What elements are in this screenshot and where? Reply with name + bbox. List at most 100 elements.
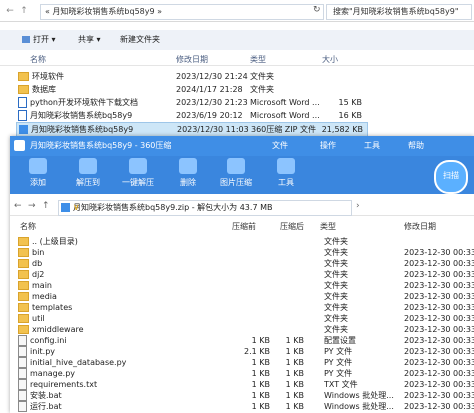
explorer-column-header: 名称 修改日期 类型 大小 bbox=[0, 52, 474, 66]
column-type[interactable]: 类型 bbox=[250, 54, 266, 65]
zip-file-row[interactable]: 运行.bat 1 KB 1 KB Windows 批处理... 2023-12-30 0… bbox=[16, 401, 474, 412]
zip-file-row[interactable]: main 文件夹 2023-12-30 00:33 bbox=[16, 280, 474, 291]
file-row[interactable]: 环境软件 2023/12/30 21:24 文件夹 bbox=[16, 70, 366, 83]
zip-file-type: Windows 批处理... bbox=[324, 391, 394, 400]
zip-file-row[interactable]: .. (上级目录) 文件夹 bbox=[16, 236, 474, 247]
explorer-toolbar: 打开 ▾ 共享 ▾ 新建文件夹 bbox=[0, 30, 474, 50]
file-row[interactable]: 数据库 2024/1/17 21:28 文件夹 bbox=[16, 83, 366, 96]
zip-file-date: 2023-12-30 00:33 bbox=[404, 303, 474, 312]
column-size[interactable]: 大小 bbox=[322, 54, 338, 65]
zip-file-row[interactable]: initial_hive_database.py 1 KB 1 KB PY 文件 202… bbox=[16, 357, 474, 368]
image-compress-icon bbox=[227, 158, 245, 174]
refresh-icon[interactable]: ↻ bbox=[313, 5, 321, 15]
zip-file-after: 1 KB bbox=[285, 402, 304, 411]
ribbon-button[interactable]: 添加 bbox=[16, 158, 60, 192]
file-size: 21,582 KB bbox=[321, 125, 363, 134]
zip-file-row[interactable]: media 文件夹 2023-12-30 00:33 bbox=[16, 291, 474, 302]
ribbon-button[interactable]: 删除 bbox=[166, 158, 210, 192]
menu-file[interactable]: 文件 bbox=[272, 140, 288, 151]
zip-file-type: 文件夹 bbox=[324, 237, 348, 246]
zip-column-type[interactable]: 类型 bbox=[320, 221, 336, 232]
menu-help[interactable]: 帮助 bbox=[408, 140, 424, 151]
zip-file-type: PY 文件 bbox=[324, 369, 353, 378]
back-arrow-icon[interactable]: ← bbox=[4, 5, 16, 17]
folder-icon bbox=[18, 237, 29, 246]
zip-file-row[interactable]: 安装.bat 1 KB 1 KB Windows 批处理... 2023-12-30 0… bbox=[16, 390, 474, 401]
file-icon bbox=[18, 401, 27, 412]
chevron-down-icon[interactable]: ∨ bbox=[73, 201, 347, 215]
zip-file-row[interactable]: config.ini 1 KB 1 KB 配置设置 2023-12-30 00:33 bbox=[16, 335, 474, 346]
zip-file-name: 运行.bat bbox=[30, 402, 62, 411]
zip-file-row[interactable]: init.py 2.1 KB 1 KB PY 文件 2023-12-30 00:33 bbox=[16, 346, 474, 357]
zip-ribbon: 添加 解压到 一键解压 删除 图片压缩 工具 扫描 bbox=[10, 156, 474, 194]
zip-file-row[interactable]: xmiddleware 文件夹 2023-12-30 00:33 bbox=[16, 324, 474, 335]
zip-file-name: util bbox=[32, 314, 45, 323]
zip-file-name: config.ini bbox=[30, 336, 67, 345]
scan-button[interactable]: 扫描 bbox=[434, 160, 468, 194]
folder-icon bbox=[18, 72, 29, 81]
ribbon-button[interactable]: 一键解压 bbox=[116, 158, 160, 192]
zip-file-type: PY 文件 bbox=[324, 347, 353, 356]
ribbon-button[interactable]: 工具 bbox=[264, 158, 308, 192]
file-icon bbox=[18, 346, 27, 357]
new-folder-button[interactable]: 新建文件夹 bbox=[120, 33, 160, 47]
open-label: 打开 bbox=[33, 35, 49, 44]
file-name: 月知晓彩妆销售系统bq58y9 bbox=[30, 111, 133, 120]
ribbon-button[interactable]: 解压到 bbox=[66, 158, 110, 192]
ribbon-label: 一键解压 bbox=[122, 178, 154, 187]
menu-operation[interactable]: 操作 bbox=[320, 140, 336, 151]
back-arrow-icon[interactable]: ← bbox=[14, 201, 22, 211]
zip-file-name: bin bbox=[32, 248, 45, 257]
file-icon bbox=[18, 335, 27, 346]
zip-file-compressed: 1 KB bbox=[251, 336, 270, 345]
menu-tools[interactable]: 工具 bbox=[364, 140, 380, 151]
file-row[interactable]: python开发环境软件下载文档 2023/12/30 21:23 Microsof… bbox=[16, 96, 366, 109]
column-date[interactable]: 修改日期 bbox=[176, 54, 208, 65]
file-date: 2023/12/30 21:23 bbox=[176, 98, 248, 107]
zip-file-date: 2023-12-30 00:33 bbox=[404, 270, 474, 279]
folder-icon bbox=[18, 248, 29, 257]
tools-icon bbox=[277, 158, 295, 174]
zip-column-date[interactable]: 修改日期 bbox=[404, 221, 436, 232]
up-arrow-icon[interactable]: ↑ bbox=[42, 201, 50, 211]
file-row[interactable]: 月知晓彩妆销售系统bq58y9 2023/6/19 20:12 Microsoft … bbox=[16, 109, 366, 122]
zip-file-row[interactable]: dj2 文件夹 2023-12-30 00:33 bbox=[16, 269, 474, 280]
ribbon-button[interactable]: 图片压缩 bbox=[214, 158, 258, 192]
explorer-address-bar: ← ↑ « 月知晓彩妆销售系统bq58y9 » ↻ 搜索"月知晓彩妆销售系统bq… bbox=[0, 0, 474, 22]
search-arrow-icon[interactable]: › bbox=[356, 201, 360, 211]
folder-icon bbox=[18, 259, 29, 268]
zip-file-type: 文件夹 bbox=[324, 292, 348, 301]
address-breadcrumb[interactable]: « 月知晓彩妆销售系统bq58y9 » bbox=[40, 4, 324, 20]
zip-file-after: 1 KB bbox=[285, 391, 304, 400]
zip-file-row[interactable]: util 文件夹 2023-12-30 00:33 bbox=[16, 313, 474, 324]
zip-file-row[interactable]: manage.py 1 KB 1 KB PY 文件 2023-12-30 00:33 bbox=[16, 368, 474, 379]
zip-file-row[interactable]: db 文件夹 2023-12-30 00:33 bbox=[16, 258, 474, 269]
zip-file-compressed: 2.1 KB bbox=[244, 347, 270, 356]
zip-column-after[interactable]: 压缩后 bbox=[280, 221, 304, 232]
zip-file-row[interactable]: templates 文件夹 2023-12-30 00:33 bbox=[16, 302, 474, 313]
file-name: python开发环境软件下载文档 bbox=[30, 98, 138, 107]
forward-arrow-icon[interactable]: → bbox=[28, 201, 36, 211]
folder-icon bbox=[18, 292, 29, 301]
zip-file-after: 1 KB bbox=[285, 336, 304, 345]
zip-file-date: 2023-12-30 00:33 bbox=[404, 347, 474, 356]
column-name[interactable]: 名称 bbox=[30, 54, 46, 65]
file-row[interactable]: 月知晓彩妆销售系统bq58y9 2023/12/30 11:03 360压缩 ZIP… bbox=[16, 122, 368, 137]
file-type: Microsoft Word ... bbox=[250, 111, 320, 120]
ribbon-label: 工具 bbox=[278, 178, 294, 187]
share-button[interactable]: 共享 ▾ bbox=[78, 33, 101, 47]
up-arrow-icon[interactable]: ↑ bbox=[18, 5, 30, 17]
zip-file-type: 配置设置 bbox=[324, 336, 356, 345]
zip-file-date: 2023-12-30 00:33 bbox=[404, 314, 474, 323]
zip-file-type: Windows 批处理... bbox=[324, 402, 394, 411]
zip-file-row[interactable]: bin 文件夹 2023-12-30 00:33 bbox=[16, 247, 474, 258]
zip-path-field[interactable]: 月知晓彩妆销售系统bq58y9.zip - 解包大小为 43.7 MB ∨ bbox=[58, 200, 352, 216]
zip-column-name[interactable]: 名称 bbox=[20, 221, 36, 232]
zip-file-date: 2023-12-30 00:33 bbox=[404, 281, 474, 290]
open-button[interactable]: 打开 ▾ bbox=[22, 33, 56, 47]
zip-file-row[interactable]: requirements.txt 1 KB 1 KB TXT 文件 2023-12-30… bbox=[16, 379, 474, 390]
file-date: 2023/6/19 20:12 bbox=[176, 111, 243, 120]
zip-file-name: 安装.bat bbox=[30, 391, 62, 400]
zip-column-compressed[interactable]: 压缩前 bbox=[232, 221, 256, 232]
search-input[interactable]: ↻ 搜索"月知晓彩妆销售系统bq58y9" bbox=[313, 4, 472, 20]
